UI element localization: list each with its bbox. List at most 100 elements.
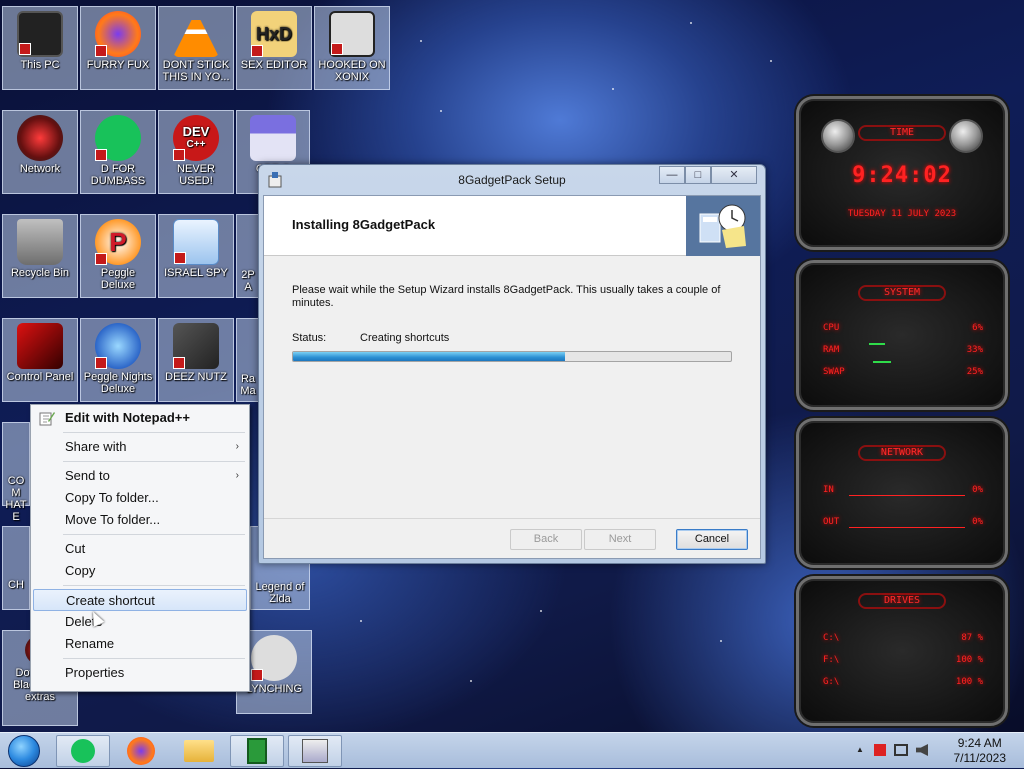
action-center-flag-icon[interactable] <box>874 744 886 756</box>
gadget-header: TIME <box>858 125 946 141</box>
system-tray: ▲ 9:24 AM 7/11/2023 <box>844 733 1024 769</box>
card-icon <box>250 115 296 161</box>
alien-head-icon <box>949 119 983 153</box>
menu-item-delete[interactable]: Delete <box>33 611 247 633</box>
system-gadget[interactable]: SYSTEM CPU 6% RAM 33% SWAP 25% <box>796 260 1008 410</box>
taskbar-green-app[interactable] <box>56 735 110 767</box>
setup-description: Please wait while the Setup Wizard insta… <box>292 284 721 309</box>
desktop-icon-d-for-dumbass[interactable]: D FOR DUMBASS <box>80 110 156 194</box>
cpu-row: CPU 6% <box>823 323 983 333</box>
menu-item-create-shortcut[interactable]: Create shortcut <box>33 589 247 611</box>
devcpp-icon: DEV C++ <box>173 115 219 161</box>
desktop-icon-ch[interactable]: CH <box>2 526 30 610</box>
maximize-button[interactable]: □ <box>685 166 711 184</box>
menu-item-send-to[interactable]: Send to › <box>33 465 247 487</box>
menu-separator <box>63 432 245 433</box>
ram-row: RAM 33% <box>823 345 983 355</box>
menu-separator <box>63 585 245 586</box>
desktop-icon-hooked-on-xonix[interactable]: HOOKED ON XONIX <box>314 6 390 90</box>
green-app-icon <box>71 739 95 763</box>
desktop-icon-recycle-bin[interactable]: Recycle Bin <box>2 214 78 298</box>
network-icon[interactable] <box>894 744 908 756</box>
taskbar-file-explorer[interactable] <box>172 735 226 767</box>
drives-gadget[interactable]: DRIVES C:\ 87 % F:\ 100 % G:\ 100 % <box>796 576 1008 726</box>
start-button[interactable] <box>8 735 40 767</box>
cancel-button[interactable]: Cancel <box>676 529 748 550</box>
taskbar-clock[interactable]: 9:24 AM 7/11/2023 <box>954 736 1007 766</box>
desktop-icon-peggle-deluxe[interactable]: P Peggle Deluxe <box>80 214 156 298</box>
net-in-graph <box>849 495 965 496</box>
green-app-icon <box>95 115 141 161</box>
menu-item-copy[interactable]: Copy <box>33 560 247 582</box>
time-gadget[interactable]: TIME 9:24:02 TUESDAY 11 JULY 2023 <box>796 96 1008 250</box>
desktop-icon-israel-spy[interactable]: ISRAEL SPY <box>158 214 234 298</box>
firefox-icon <box>127 737 155 765</box>
network-spy-icon <box>173 219 219 265</box>
menu-item-rename[interactable]: Rename <box>33 633 247 655</box>
desktop-icon-com-hate[interactable]: COM HATE <box>2 422 30 523</box>
calculator-clock-icon <box>699 204 746 248</box>
next-button[interactable]: Next <box>584 529 656 550</box>
desktop-icon-ra-ma[interactable]: Ra Ma <box>236 318 260 402</box>
banner-title: Installing 8GadgetPack <box>292 217 436 232</box>
menu-item-cut[interactable]: Cut <box>33 538 247 560</box>
minimize-button[interactable]: — <box>659 166 685 184</box>
menu-separator <box>63 461 245 462</box>
install-progress-bar <box>292 351 732 362</box>
desktop-icon-peggle-nights[interactable]: Peggle Nights Deluxe <box>80 318 156 402</box>
desktop-icon-network[interactable]: Network <box>2 110 78 194</box>
calculator-icon <box>247 738 267 764</box>
back-button[interactable]: Back <box>510 529 582 550</box>
time-readout: 9:24:02 <box>852 163 952 188</box>
taskbar-firefox[interactable] <box>114 735 168 767</box>
network-gadget[interactable]: NETWORK IN 0% OUT 0% <box>796 418 1008 568</box>
taskbar-installer[interactable] <box>288 735 342 767</box>
stacked-windows-icon <box>173 323 219 369</box>
control-panel-icon <box>17 323 63 369</box>
gadget-header: DRIVES <box>858 593 946 609</box>
menu-item-properties[interactable]: Properties <box>33 662 247 684</box>
gadget-header: SYSTEM <box>858 285 946 301</box>
ram-graph <box>869 343 885 345</box>
gadget-header: NETWORK <box>858 445 946 461</box>
tray-expand-icon[interactable]: ▲ <box>856 745 864 754</box>
drive-g-row: G:\ 100 % <box>823 677 983 687</box>
status-label: Status: <box>292 332 327 344</box>
noose-icon <box>251 635 297 681</box>
vlc-cone-icon <box>173 11 219 57</box>
computer-icon <box>17 11 63 57</box>
menu-item-copy-to-folder[interactable]: Copy To folder... <box>33 487 247 509</box>
notepadpp-icon <box>39 412 55 426</box>
submenu-arrow-icon: › <box>235 441 239 452</box>
desktop-icon-control-panel[interactable]: Control Panel <box>2 318 78 402</box>
gadget-clock-icon <box>686 196 760 256</box>
desktop-icon-furry-fux[interactable]: FURRY FUX <box>80 6 156 90</box>
desktop-icon-this-pc[interactable]: This PC <box>2 6 78 90</box>
desktop-icon-dont-stick[interactable]: DONT STICK THIS IN YO... <box>158 6 234 90</box>
desktop-icon-never-used[interactable]: DEV C++ NEVER USED! <box>158 110 234 194</box>
desktop-icon-deez-nutz[interactable]: DEEZ NUTZ <box>158 318 234 402</box>
taskbar-calculator[interactable] <box>230 735 284 767</box>
setup-window: 8GadgetPack Setup — □ ✕ Installing 8Gadg… <box>258 164 766 564</box>
menu-item-share-with[interactable]: Share with › <box>33 436 247 458</box>
window-titlebar[interactable]: 8GadgetPack Setup — □ ✕ <box>259 165 765 195</box>
clock-time: 9:24 AM <box>957 736 1002 750</box>
firefox-icon <box>95 11 141 57</box>
swap-graph <box>873 361 891 363</box>
menu-separator <box>63 534 245 535</box>
alien-network-icon <box>17 115 63 161</box>
peggle-nights-icon <box>95 323 141 369</box>
setup-banner: Installing 8GadgetPack <box>264 196 760 256</box>
alien-head-icon <box>821 119 855 153</box>
close-button[interactable]: ✕ <box>711 166 757 184</box>
setup-body: Installing 8GadgetPack Please wait while… <box>263 195 761 559</box>
menu-item-move-to-folder[interactable]: Move To folder... <box>33 509 247 531</box>
menu-item-edit-notepadpp[interactable]: Edit with Notepad++ <box>33 407 247 429</box>
xonix-icon <box>329 11 375 57</box>
desktop-icon-sex-editor[interactable]: HxD SEX EDITOR <box>236 6 312 90</box>
volume-icon[interactable] <box>916 744 928 756</box>
context-menu: Edit with Notepad++ Share with › Send to… <box>30 404 250 692</box>
desktop-icon-2pa[interactable]: 2PA <box>236 214 260 298</box>
setup-footer: Back Next Cancel <box>264 518 760 558</box>
recycle-bin-icon <box>17 219 63 265</box>
